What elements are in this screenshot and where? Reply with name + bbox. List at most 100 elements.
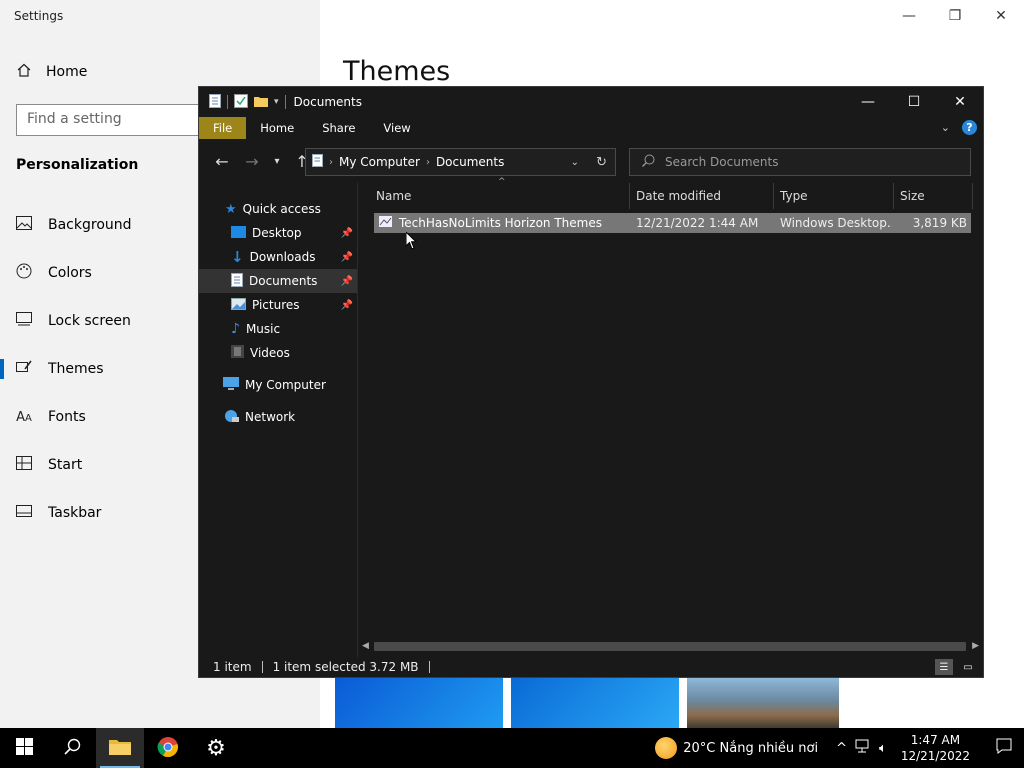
search-input[interactable]: Search Documents — [629, 148, 971, 176]
search-icon — [642, 154, 655, 170]
refresh-button[interactable]: ↻ — [596, 155, 607, 170]
weather-widget[interactable]: 20°C Nắng nhiều nơi — [655, 737, 818, 759]
taskbar-chrome[interactable] — [144, 728, 192, 768]
minimize-button[interactable]: — — [845, 87, 891, 117]
status-bar: 1 item 1 item selected 3.72 MB ☰ ▭ — [199, 657, 983, 677]
theme-file-icon — [378, 215, 393, 231]
taskbar-settings[interactable]: ⚙ — [192, 728, 240, 768]
minimize-button[interactable]: — — [886, 0, 932, 32]
expand-ribbon-icon[interactable]: ⌄ — [941, 121, 950, 134]
theme-thumbnails — [335, 678, 839, 728]
chevron-down-icon[interactable]: ⌄ — [571, 157, 579, 168]
nav-music[interactable]: ♪ Music — [199, 317, 357, 341]
home-icon — [16, 62, 32, 82]
column-type[interactable]: Type — [774, 183, 894, 209]
column-label: Name — [376, 189, 412, 203]
window-title: Documents — [293, 95, 362, 109]
ribbon-right-controls: ⌄ ? — [941, 120, 977, 135]
scroll-left-icon[interactable]: ◀ — [362, 641, 369, 651]
restore-button[interactable]: ❐ — [932, 0, 978, 32]
tab-home[interactable]: Home — [246, 117, 308, 139]
nav-desktop[interactable]: Desktop 📌 — [199, 221, 357, 245]
nav-label: Documents — [249, 274, 318, 288]
horizontal-scrollbar[interactable]: ◀ ▶ — [358, 637, 983, 655]
action-center-button[interactable] — [984, 738, 1024, 758]
grid-icon — [16, 456, 32, 474]
search-placeholder: Search Documents — [665, 155, 779, 169]
download-icon: ↓ — [231, 248, 244, 266]
nav-label: Music — [245, 322, 281, 336]
scrollbar-thumb[interactable] — [374, 641, 966, 651]
start-button[interactable] — [0, 728, 48, 768]
forward-button[interactable]: → — [239, 148, 265, 174]
nav-quick-access[interactable]: ★ Quick access — [199, 197, 357, 221]
nav-label: Desktop — [252, 226, 302, 240]
font-icon: AA — [16, 409, 32, 425]
new-folder-icon[interactable] — [254, 95, 268, 110]
large-icons-view-icon[interactable]: ▭ — [959, 659, 977, 675]
nav-item-label: Lock screen — [48, 313, 131, 329]
column-date-modified[interactable]: Date modified — [630, 183, 774, 209]
network-icon — [223, 409, 239, 426]
nav-downloads[interactable]: ↓ Downloads 📌 — [199, 245, 357, 269]
help-icon[interactable]: ? — [962, 120, 977, 135]
nav-item-label: Taskbar — [48, 505, 102, 521]
search-button[interactable] — [48, 728, 96, 768]
breadcrumb-root[interactable]: My Computer — [339, 155, 420, 169]
taskbar-icon — [16, 505, 32, 521]
theme-thumbnail[interactable] — [511, 678, 679, 728]
nav-label: Downloads — [249, 250, 316, 264]
tab-view[interactable]: View — [369, 117, 424, 139]
close-button[interactable]: ✕ — [937, 87, 983, 117]
video-icon — [231, 345, 244, 361]
tab-file[interactable]: File — [199, 117, 247, 139]
maximize-button[interactable]: ☐ — [891, 87, 937, 117]
settings-home-link[interactable]: Home — [16, 62, 87, 82]
taskbar-file-explorer[interactable] — [96, 728, 144, 768]
column-size[interactable]: Size — [894, 183, 973, 209]
back-button[interactable]: ← — [209, 148, 235, 174]
customize-dropdown-icon[interactable]: ▾ — [274, 97, 279, 107]
pin-icon: 📌 — [340, 275, 353, 287]
divider — [227, 95, 228, 109]
recent-locations-icon[interactable]: ▾ — [269, 148, 285, 174]
nav-pictures[interactable]: Pictures 📌 — [199, 293, 357, 317]
document-icon[interactable] — [209, 93, 221, 111]
nav-label: Quick access — [242, 202, 321, 216]
clock-time: 1:47 AM — [910, 733, 961, 747]
nav-videos[interactable]: Videos — [199, 341, 357, 365]
section-title: Personalization — [16, 157, 139, 173]
image-icon — [16, 216, 32, 234]
divider — [261, 661, 263, 673]
clock[interactable]: 1:47 AM 12/21/2022 — [901, 732, 970, 764]
scroll-right-icon[interactable]: ▶ — [972, 641, 979, 651]
details-view-icon[interactable]: ☰ — [935, 659, 953, 675]
theme-thumbnail[interactable] — [687, 678, 839, 728]
close-button[interactable]: ✕ — [978, 0, 1024, 32]
home-label: Home — [46, 64, 88, 80]
nav-label: Network — [245, 410, 296, 424]
address-bar[interactable]: › My Computer › Documents ⌄ ↻ — [305, 148, 616, 176]
pin-icon: 📌 — [340, 299, 353, 311]
nav-label: My Computer — [245, 378, 326, 392]
nav-my-computer[interactable]: My Computer — [199, 373, 357, 397]
chrome-icon — [157, 736, 179, 761]
theme-thumbnail[interactable] — [335, 678, 503, 728]
nav-network[interactable]: Network — [199, 405, 357, 429]
table-row[interactable]: TechHasNoLimits Horizon Themes 12/21/202… — [374, 213, 971, 233]
nav-documents[interactable]: Documents 📌 — [199, 269, 357, 293]
chevron-up-icon[interactable]: ^ — [836, 741, 847, 756]
chevron-right-icon[interactable]: › — [329, 157, 333, 168]
windows-logo-icon — [15, 738, 33, 758]
network-icon[interactable] — [855, 739, 871, 757]
divider — [284, 95, 286, 109]
tab-share[interactable]: Share — [308, 117, 369, 139]
volume-icon[interactable]: 🔈︎ — [879, 741, 887, 756]
chevron-right-icon[interactable]: › — [426, 157, 430, 168]
breadcrumb-current[interactable]: Documents — [436, 155, 504, 169]
explorer-title-bar: ▾ Documents — ☐ ✕ — [199, 87, 983, 117]
column-name[interactable]: Name — [358, 183, 630, 209]
taskbar: ⚙ 20°C Nắng nhiều nơi ^ 🔈︎ 1:47 AM 12/21… — [0, 728, 1024, 768]
properties-icon[interactable] — [234, 93, 248, 111]
document-icon — [312, 154, 323, 170]
